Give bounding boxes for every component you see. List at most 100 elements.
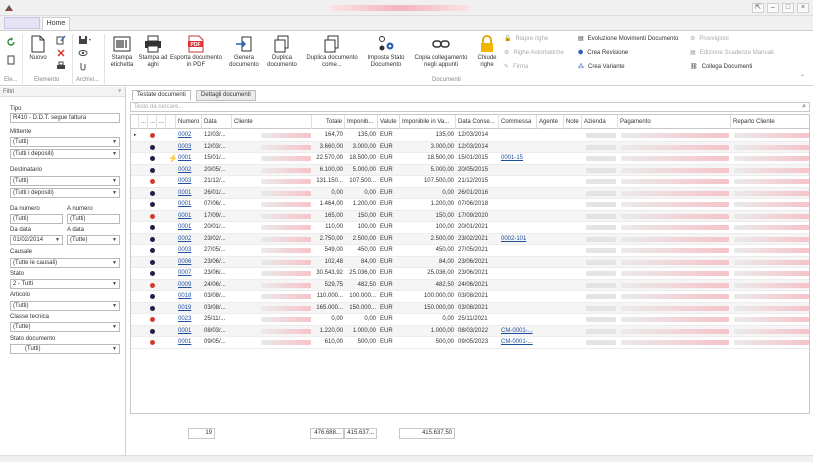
col-header-azienda[interactable]: Azienda (582, 115, 618, 129)
da-data-picker[interactable]: 01/02/2014 ▼ (10, 235, 63, 245)
collapse-ribbon-icon[interactable]: ⌃ (800, 75, 805, 82)
table-row[interactable]: 0002 23/02/... 2.750,00 2.500,00 EUR 2.500,00… (131, 233, 809, 245)
print-label-button[interactable]: Stampa etichetta (106, 35, 138, 69)
mittente-select[interactable]: (Tutti) ▼ (10, 137, 120, 147)
print-dot-matrix-button[interactable]: Stampa ad aghi (138, 35, 168, 69)
table-row[interactable]: 0009 24/06/... 529,75 482,50 EUR 482,50 24/06/… (131, 279, 809, 291)
col-header-pagamento[interactable]: Pagamento (618, 115, 731, 129)
table-row[interactable]: 0001 09/05/... 610,00 500,00 EUR 500,00 09/05/… (131, 337, 809, 349)
minimize-button[interactable]: – (767, 3, 779, 13)
numero-link[interactable]: 0019 (176, 303, 202, 314)
numero-link[interactable]: 0003 (176, 176, 202, 187)
table-row[interactable]: ▸ 0002 12/03/... 164,70 135,00 EUR 135,00 12/03… (131, 130, 809, 142)
generate-document-button[interactable]: Genera documento (226, 35, 262, 69)
delete-icon[interactable] (56, 48, 66, 58)
table-row[interactable]: 0019 03/08/... 165.000... 150.000... EUR 150.… (131, 302, 809, 314)
col-header-flag3[interactable]: ... (157, 115, 166, 129)
table-row[interactable]: 0003 12/03/... 3.660,00 3.000,00 EUR 3.000,00… (131, 141, 809, 153)
numero-link[interactable]: 0023 (176, 314, 202, 325)
close-button[interactable]: × (797, 3, 809, 13)
create-revision-button[interactable]: ⬢ Crea Revisione (578, 50, 628, 57)
col-header-data-consegna[interactable]: Data Conse... (456, 115, 499, 129)
table-row[interactable]: 0023 25/11/... 0,00 0,00 EUR 0,00 25/11/2021 (131, 314, 809, 326)
restore-icon[interactable]: ⇱ (752, 3, 764, 13)
col-header-valuta[interactable]: Valute (378, 115, 400, 129)
col-header-totale[interactable]: Totale (312, 115, 345, 129)
col-header-note[interactable]: Note (564, 115, 582, 129)
articolo-select[interactable]: (Tutti) ▼ (10, 301, 120, 311)
da-numero-input[interactable]: (Tutti) (10, 214, 63, 224)
col-header-commessa[interactable]: Commessa (499, 115, 537, 129)
table-row[interactable]: 0003 27/05/... 549,00 450,00 EUR 450,00 27/05/… (131, 245, 809, 257)
set-status-button[interactable]: Imposta Stato Documento (364, 35, 408, 69)
col-header-reparto-cliente[interactable]: Reparto Cliente (731, 115, 809, 129)
numero-link[interactable]: 0006 (176, 257, 202, 268)
numero-link[interactable]: 0001 (176, 199, 202, 210)
stato-select[interactable]: 2 - Tutti ▼ (10, 279, 120, 289)
automatic-rows-button[interactable]: ⚙ Righe Automatiche (504, 50, 564, 57)
maximize-button[interactable]: □ (782, 3, 794, 13)
col-header-flag2[interactable]: ... (148, 115, 157, 129)
numero-link[interactable]: 0001 (176, 188, 202, 199)
mittente-deposito-select[interactable]: (Tutti i depositi) ▼ (10, 149, 120, 159)
export-pdf-button[interactable]: PDF Esporta documento in PDF (168, 35, 224, 69)
destinatario-deposito-select[interactable]: (Tutti i depositi) ▼ (10, 188, 120, 198)
tab-testate-documenti[interactable]: Testate documenti (132, 90, 191, 101)
table-row[interactable]: 0001 07/06/... 1.464,00 1.200,00 EUR 1.200,00… (131, 199, 809, 211)
numero-link[interactable]: 0002 (176, 234, 202, 245)
search-input[interactable]: Testo da cercare... ⌕ (130, 102, 810, 112)
tab-home[interactable]: Home (42, 17, 70, 30)
numero-link[interactable]: 0002 (176, 130, 202, 141)
reopen-rows-button[interactable]: 🔓 Riapre righe (504, 36, 548, 43)
classe-select[interactable]: (Tutte) ▼ (10, 322, 120, 332)
print-small-icon[interactable] (56, 61, 66, 71)
close-rows-button[interactable]: Chiude righe (474, 35, 500, 69)
link-documents-button[interactable]: ⛓ Collega Documenti (690, 64, 752, 71)
numero-link[interactable]: 0001 (176, 326, 202, 337)
table-row[interactable]: 0001 08/03/... 1.220,00 1.000,00 EUR 1.000,00… (131, 325, 809, 337)
attachment-icon[interactable] (78, 61, 88, 71)
edit-due-dates-button[interactable]: ▦ Edizione Scadenze Manuali (690, 50, 774, 57)
numero-link[interactable]: 0001 (176, 222, 202, 233)
commessa-link[interactable]: CM-0001-... (499, 337, 537, 348)
view-icon[interactable] (78, 48, 88, 58)
refresh-icon[interactable] (6, 37, 16, 47)
causale-select[interactable]: (Tutte le causali) ▼ (10, 258, 120, 268)
col-header-numero[interactable]: Numero (176, 115, 202, 129)
numero-link[interactable]: 0002 (176, 165, 202, 176)
new-button[interactable]: Nuovo (26, 35, 50, 62)
commissions-button[interactable]: ⚙ Provvigioni (690, 36, 729, 43)
table-row[interactable]: 0001 17/09/... 165,00 150,00 EUR 150,00 17/09/… (131, 210, 809, 222)
save-icon[interactable] (78, 35, 92, 45)
destinatario-select[interactable]: (Tutti) ▼ (10, 176, 120, 186)
file-menu-tab[interactable] (4, 17, 40, 29)
numero-link[interactable]: 0018 (176, 291, 202, 302)
commessa-link[interactable]: 0001-15 (499, 153, 537, 164)
table-row[interactable]: 0007 23/06/... 30.543,92 25.036,00 EUR 25.036… (131, 268, 809, 280)
table-row[interactable]: 0001 26/01/... 0,00 0,00 EUR 0,00 26/01/2016 (131, 187, 809, 199)
a-data-picker[interactable]: (Tutte) ▼ (67, 235, 120, 245)
duplicate-document-button[interactable]: Duplica documento (264, 35, 300, 69)
table-row[interactable]: ⚡000115/01/... 22.570,00 18.500,00 EUR 18.50… (131, 153, 809, 165)
col-header-cliente[interactable]: Cliente (232, 115, 312, 129)
numero-link[interactable]: 0001 (176, 153, 202, 164)
create-variant-button[interactable]: ⁂ Crea Variante (578, 64, 625, 71)
commessa-link[interactable]: CM-0001-... (499, 326, 537, 337)
table-row[interactable]: 0003 21/12/... 131.150... 107.500... EUR 107.… (131, 176, 809, 188)
numero-link[interactable]: 0001 (176, 211, 202, 222)
col-header-data[interactable]: Data (202, 115, 232, 129)
tipo-select[interactable]: R410 - D.D.T. segue fattura (10, 113, 120, 123)
col-header-agente[interactable]: Agente (537, 115, 564, 129)
numero-link[interactable]: 0003 (176, 245, 202, 256)
search-icon[interactable]: ⌕ (802, 103, 806, 111)
numero-link[interactable]: 0003 (176, 142, 202, 153)
table-row[interactable]: 0006 23/06/... 102,48 84,00 EUR 84,00 23/06/20… (131, 256, 809, 268)
col-header-imponibile[interactable]: Imponib... (345, 115, 378, 129)
stato-documento-select[interactable]: (Tutti) ▼ (10, 344, 120, 354)
numero-link[interactable]: 0009 (176, 280, 202, 291)
sign-button[interactable]: ✎ Firma (504, 64, 528, 71)
col-header-flag4[interactable] (166, 115, 176, 129)
numero-link[interactable]: 0001 (176, 337, 202, 348)
tab-dettagli-documenti[interactable]: Dettagli documenti (196, 90, 256, 101)
pin-icon[interactable]: ᵠ (118, 87, 121, 97)
